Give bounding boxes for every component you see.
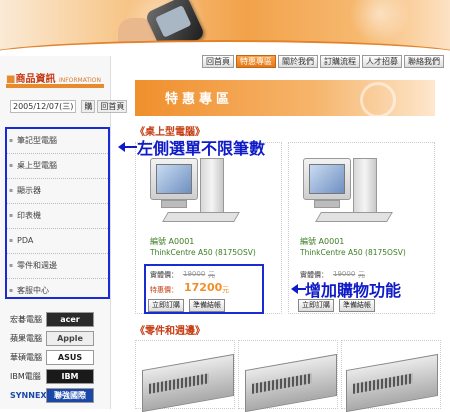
- nav-contact[interactable]: 聯絡我們: [404, 55, 444, 68]
- sidebar-item-parts[interactable]: 零件和週邊: [7, 254, 108, 279]
- annotation-left-menu: 左側選單不限筆數: [137, 139, 266, 158]
- product-1-stand: [161, 200, 187, 208]
- cart-button[interactable]: 購: [81, 100, 96, 113]
- acer-logo: acer: [46, 312, 94, 327]
- sidebar-title-bar: [6, 84, 104, 88]
- sidebar-item-desktop[interactable]: 桌上型電腦: [7, 154, 108, 179]
- annotation-arrow-menu: [118, 142, 137, 152]
- sidebar-item-service[interactable]: 客服中心: [7, 279, 108, 303]
- synnex-logo: 聯強國際: [46, 388, 94, 403]
- nav-about[interactable]: 關於我們: [278, 55, 318, 68]
- product-2-screen: [309, 164, 345, 194]
- ibm-logo: IBM: [46, 369, 94, 384]
- brand-ibm[interactable]: IBM電腦 IBM: [10, 368, 102, 385]
- brand-acer[interactable]: 宏碁電腦 acer: [10, 311, 102, 328]
- sidebar-item-monitor[interactable]: 顯示器: [7, 179, 108, 204]
- product-1-tower: [200, 158, 224, 218]
- sidebar-item-notebook[interactable]: 筆記型電腦: [7, 129, 108, 154]
- product-2-monitor: [303, 158, 351, 200]
- add-cart-highlight: [144, 264, 264, 314]
- brand-list: 宏碁電腦 acer 蘋果電腦 Apple 華碩電腦 ASUS IBM電腦 IBM SYN…: [10, 311, 102, 406]
- product-1-monitor: [150, 158, 198, 200]
- brand-apple[interactable]: 蘋果電腦 Apple: [10, 330, 102, 347]
- sidebar-item-pda[interactable]: PDA: [7, 229, 108, 254]
- nav-order-process[interactable]: 訂購流程: [320, 55, 360, 68]
- asus-logo: ASUS: [46, 350, 94, 365]
- product-1-code: 編號 A0001: [150, 237, 195, 246]
- sidebar-menu: 筆記型電腦 桌上型電腦 顯示器 印表機 PDA 零件和週邊 客服中心: [5, 127, 110, 303]
- apple-logo: Apple: [46, 331, 94, 346]
- product-2-keyboard: [315, 212, 393, 222]
- nav-jobs[interactable]: 人才招募: [362, 55, 402, 68]
- product-2-code: 編號 A0001: [300, 237, 345, 246]
- annotation-add-cart: 增加購物功能: [305, 281, 402, 300]
- sidebar-title-en: INFORMATION: [58, 77, 101, 84]
- date-display: 2005/12/07(三): [10, 100, 77, 113]
- section-parts-title: 《零件和週邊》: [135, 326, 205, 337]
- sidebar-item-printer[interactable]: 印表機: [7, 204, 108, 229]
- banner-decoration-icon: [360, 82, 396, 118]
- product-1-screen: [156, 164, 192, 194]
- date-bar: 2005/12/07(三) 購回首頁: [10, 100, 128, 113]
- product-1-name[interactable]: ThinkCentre A50 (8175OSV): [150, 248, 256, 257]
- brand-asus[interactable]: 華碩電腦 ASUS: [10, 349, 102, 366]
- product-1-keyboard: [162, 212, 240, 222]
- product-2-name[interactable]: ThinkCentre A50 (8175OSV): [300, 248, 406, 257]
- product-2-stand: [314, 200, 340, 208]
- sidebar-title: ■商品資訊 INFORMATION: [6, 74, 101, 85]
- banner-title: 特惠專區: [165, 92, 234, 107]
- nav-home[interactable]: 回首頁: [202, 55, 234, 68]
- nav-specials[interactable]: 特惠專區: [236, 55, 276, 68]
- home-button[interactable]: 回首頁: [97, 100, 128, 113]
- product-2-tower: [353, 158, 377, 218]
- top-nav: 回首頁 特惠專區 關於我們 訂購流程 人才招募 聯絡我們: [202, 55, 444, 68]
- brand-synnex[interactable]: SYNNEX 聯強國際: [10, 387, 102, 404]
